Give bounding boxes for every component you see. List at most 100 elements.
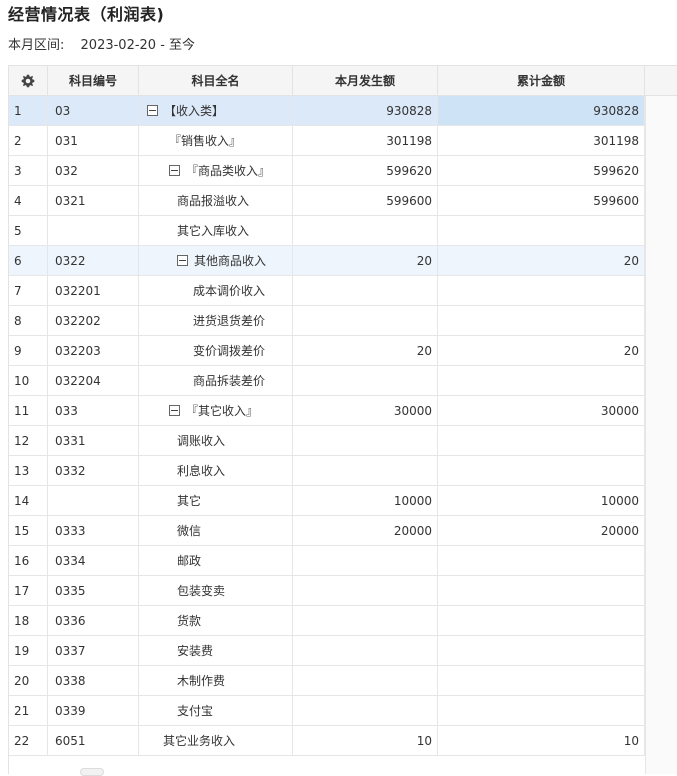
account-name-cell[interactable]: 包装变卖 bbox=[139, 576, 293, 606]
account-name-cell[interactable]: 利息收入 bbox=[139, 456, 293, 486]
horizontal-scrollbar[interactable] bbox=[80, 768, 104, 776]
table-row[interactable]: 9 032203 变价调拨差价 20 20 bbox=[9, 336, 645, 366]
total-amount-cell[interactable] bbox=[438, 366, 645, 396]
month-amount-cell[interactable]: 599600 bbox=[293, 186, 438, 216]
account-code-cell[interactable]: 0336 bbox=[48, 606, 139, 636]
month-amount-cell[interactable]: 10 bbox=[293, 726, 438, 756]
account-name-cell[interactable]: 邮政 bbox=[139, 546, 293, 576]
month-amount-cell[interactable]: 30000 bbox=[293, 396, 438, 426]
account-name-cell[interactable]: 木制作费 bbox=[139, 666, 293, 696]
account-code-cell[interactable]: 6051 bbox=[48, 726, 139, 756]
account-name-cell[interactable]: 变价调拨差价 bbox=[139, 336, 293, 366]
column-header-name[interactable]: 科目全名 bbox=[139, 66, 293, 96]
month-amount-cell[interactable] bbox=[293, 606, 438, 636]
table-row[interactable]: 8 032202 进货退货差价 bbox=[9, 306, 645, 336]
account-name-cell[interactable]: 『商品类收入』 bbox=[139, 156, 293, 186]
total-amount-cell[interactable] bbox=[438, 696, 645, 726]
month-amount-cell[interactable] bbox=[293, 306, 438, 336]
account-name-cell[interactable]: 调账收入 bbox=[139, 426, 293, 456]
total-amount-cell[interactable]: 10000 bbox=[438, 486, 645, 516]
collapse-minus-icon[interactable] bbox=[169, 165, 180, 176]
month-amount-cell[interactable] bbox=[293, 696, 438, 726]
column-header-code[interactable]: 科目编号 bbox=[48, 66, 139, 96]
table-row[interactable]: 16 0334 邮政 bbox=[9, 546, 645, 576]
account-name-cell[interactable]: 微信 bbox=[139, 516, 293, 546]
account-name-cell[interactable]: 货款 bbox=[139, 606, 293, 636]
total-amount-cell[interactable] bbox=[438, 576, 645, 606]
table-row[interactable]: 17 0335 包装变卖 bbox=[9, 576, 645, 606]
total-amount-cell[interactable]: 10 bbox=[438, 726, 645, 756]
total-amount-cell[interactable] bbox=[438, 546, 645, 576]
total-amount-cell[interactable] bbox=[438, 456, 645, 486]
account-code-cell[interactable]: 0334 bbox=[48, 546, 139, 576]
account-name-cell[interactable]: 安装费 bbox=[139, 636, 293, 666]
account-name-cell[interactable]: 成本调价收入 bbox=[139, 276, 293, 306]
month-amount-cell[interactable]: 930828 bbox=[293, 96, 438, 126]
month-amount-cell[interactable] bbox=[293, 666, 438, 696]
account-code-cell[interactable]: 032204 bbox=[48, 366, 139, 396]
account-code-cell[interactable]: 032202 bbox=[48, 306, 139, 336]
account-name-cell[interactable]: 【收入类】 bbox=[139, 96, 293, 126]
account-name-cell[interactable]: 『销售收入』 bbox=[139, 126, 293, 156]
total-amount-cell[interactable] bbox=[438, 276, 645, 306]
account-code-cell[interactable]: 031 bbox=[48, 126, 139, 156]
total-amount-cell[interactable]: 599620 bbox=[438, 156, 645, 186]
total-amount-cell[interactable] bbox=[438, 636, 645, 666]
account-code-cell[interactable]: 0338 bbox=[48, 666, 139, 696]
table-row[interactable]: 2 031 『销售收入』 301198 301198 bbox=[9, 126, 645, 156]
account-code-cell[interactable]: 0332 bbox=[48, 456, 139, 486]
total-amount-cell[interactable] bbox=[438, 606, 645, 636]
account-code-cell[interactable]: 0331 bbox=[48, 426, 139, 456]
account-name-cell[interactable]: 商品拆装差价 bbox=[139, 366, 293, 396]
account-name-cell[interactable]: 『其它收入』 bbox=[139, 396, 293, 426]
account-name-cell[interactable]: 其它入库收入 bbox=[139, 216, 293, 246]
table-row[interactable]: 12 0331 调账收入 bbox=[9, 426, 645, 456]
total-amount-cell[interactable] bbox=[438, 666, 645, 696]
total-amount-cell[interactable] bbox=[438, 426, 645, 456]
table-row[interactable]: 6 0322 其他商品收入 20 20 bbox=[9, 246, 645, 276]
month-amount-cell[interactable]: 20 bbox=[293, 336, 438, 366]
month-amount-cell[interactable]: 301198 bbox=[293, 126, 438, 156]
collapse-minus-icon[interactable] bbox=[169, 405, 180, 416]
month-amount-cell[interactable] bbox=[293, 546, 438, 576]
account-name-cell[interactable]: 其它业务收入 bbox=[139, 726, 293, 756]
account-code-cell[interactable]: 03 bbox=[48, 96, 139, 126]
total-amount-cell[interactable]: 301198 bbox=[438, 126, 645, 156]
account-code-cell[interactable]: 0322 bbox=[48, 246, 139, 276]
account-code-cell[interactable]: 0335 bbox=[48, 576, 139, 606]
month-amount-cell[interactable] bbox=[293, 426, 438, 456]
account-code-cell[interactable]: 032 bbox=[48, 156, 139, 186]
month-amount-cell[interactable]: 599620 bbox=[293, 156, 438, 186]
total-amount-cell[interactable] bbox=[438, 216, 645, 246]
table-row[interactable]: 10 032204 商品拆装差价 bbox=[9, 366, 645, 396]
account-code-cell[interactable]: 032201 bbox=[48, 276, 139, 306]
table-row[interactable]: 20 0338 木制作费 bbox=[9, 666, 645, 696]
table-row[interactable]: 15 0333 微信 20000 20000 bbox=[9, 516, 645, 546]
month-amount-cell[interactable] bbox=[293, 216, 438, 246]
month-amount-cell[interactable] bbox=[293, 366, 438, 396]
account-code-cell[interactable]: 0333 bbox=[48, 516, 139, 546]
month-amount-cell[interactable]: 20 bbox=[293, 246, 438, 276]
table-row[interactable]: 18 0336 货款 bbox=[9, 606, 645, 636]
table-row[interactable]: 7 032201 成本调价收入 bbox=[9, 276, 645, 306]
table-row[interactable]: 13 0332 利息收入 bbox=[9, 456, 645, 486]
total-amount-cell[interactable]: 20 bbox=[438, 246, 645, 276]
table-row[interactable]: 14 其它 10000 10000 bbox=[9, 486, 645, 516]
column-header-month[interactable]: 本月发生额 bbox=[293, 66, 438, 96]
table-row[interactable]: 19 0337 安装费 bbox=[9, 636, 645, 666]
column-header-total[interactable]: 累计金额 bbox=[438, 66, 645, 96]
account-name-cell[interactable]: 商品报溢收入 bbox=[139, 186, 293, 216]
account-code-cell[interactable]: 032203 bbox=[48, 336, 139, 366]
table-row[interactable]: 4 0321 商品报溢收入 599600 599600 bbox=[9, 186, 645, 216]
account-code-cell[interactable]: 033 bbox=[48, 396, 139, 426]
month-amount-cell[interactable]: 10000 bbox=[293, 486, 438, 516]
month-amount-cell[interactable] bbox=[293, 636, 438, 666]
collapse-minus-icon[interactable] bbox=[177, 255, 188, 266]
account-code-cell[interactable] bbox=[48, 216, 139, 246]
month-amount-cell[interactable] bbox=[293, 276, 438, 306]
account-code-cell[interactable]: 0321 bbox=[48, 186, 139, 216]
table-row[interactable]: 22 6051 其它业务收入 10 10 bbox=[9, 726, 645, 756]
account-code-cell[interactable]: 0337 bbox=[48, 636, 139, 666]
total-amount-cell[interactable]: 20 bbox=[438, 336, 645, 366]
account-name-cell[interactable]: 其它 bbox=[139, 486, 293, 516]
